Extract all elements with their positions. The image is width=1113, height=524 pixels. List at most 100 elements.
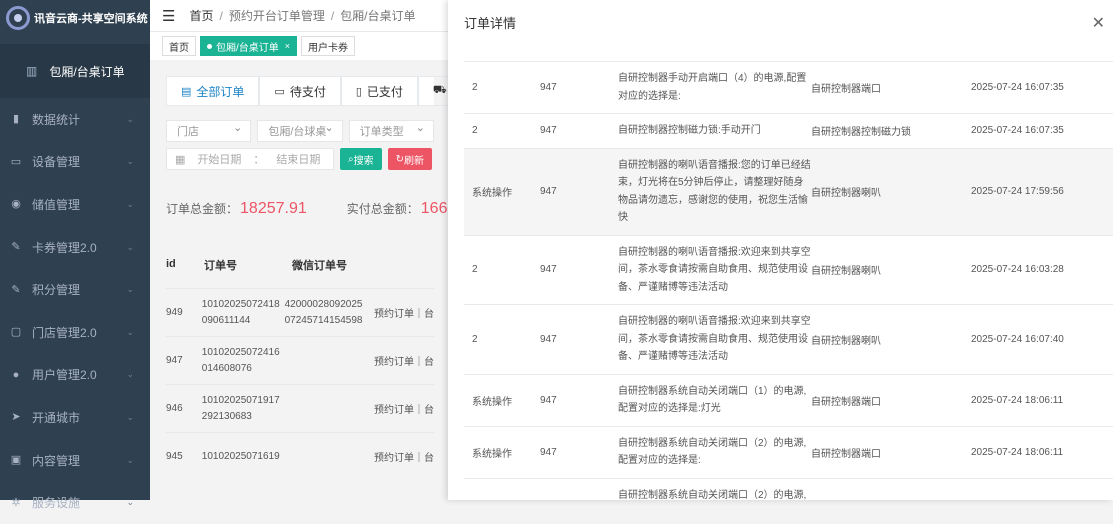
order-type: 预约订单｜台 [374, 357, 434, 368]
order-tab[interactable]: ▤ 全部订单 [166, 76, 260, 106]
menu-toggle-icon[interactable]: ☰ [162, 7, 175, 25]
sidebar-item-label: 储值管理 [32, 197, 81, 212]
chevron-down-icon: ⌄ [126, 241, 134, 252]
send-icon: ➤ [11, 411, 21, 424]
sidebar-item[interactable]: ▮ 数据统计 ⌄ [0, 98, 150, 141]
order-id: 945 [166, 451, 183, 462]
end-date-placeholder: 结束日期 [276, 154, 321, 166]
order-no: 10102025072418 090611144 [201, 298, 280, 326]
log-row: 系统操作947自研控制器系统自动关闭端口（2）的电源,配置对应的选择是:麻将机自… [464, 477, 1113, 501]
image-icon: ▣ [10, 454, 22, 467]
log-operator: 系统操作 [464, 497, 540, 501]
chevron-down-icon: ⌄ [126, 156, 134, 167]
log-description: 自研控制器系统自动关闭端口（1）的电源,配置对应的选择是:灯光 [618, 385, 807, 415]
page-tab[interactable]: 包厢/台桌订单 × [200, 36, 298, 56]
sidebar-item[interactable]: ✎ 卡券管理2.0 ⌄ [0, 226, 150, 269]
app-logo[interactable]: 讯音云商-共享空间系统 [0, 0, 150, 36]
sidebar-item[interactable]: ▣ 内容管理 ⌄ [0, 439, 150, 482]
order-type: 预约订单｜台 [374, 453, 434, 464]
room-select[interactable]: 包厢/台球桌 [257, 120, 343, 142]
sidebar-item[interactable]: ✎ 积分管理 ⌄ [0, 268, 150, 311]
app-title: 讯音云商-共享空间系统 [34, 13, 148, 25]
log-order-id: 947 [540, 125, 557, 137]
log-row: 系统操作 947 自研控制器的喇叭语音播报:您的订单已经结束，灯光将在5分钟后停止，… [464, 147, 1113, 235]
chevron-down-icon: ⌄ [126, 369, 134, 380]
order-status-tabs: ▤ 全部订单 ▭ 待支付 ▯ 已支付 ⛟服 [166, 76, 450, 106]
sidebar-item[interactable]: ● 用户管理2.0 ⌄ [0, 354, 150, 397]
page-tabs: 首页 包厢/台桌订单 × 用户卡券 [150, 32, 450, 60]
order-no: 10102025072416 014608076 [201, 346, 280, 374]
table-row[interactable]: 945 10102025071619 预约订单｜台 [166, 432, 434, 480]
device-icon: ▭ [10, 155, 22, 168]
order-type: 预约订单｜台 [374, 309, 434, 320]
order-detail-modal: 订单详情 ✕ 2 947 自研控制器手动开启端口（4）的电源,配置对应的选择是: 自研… [448, 0, 1113, 500]
store-select[interactable]: 门店 [166, 120, 252, 142]
order-type-select[interactable]: 订单类型 [348, 120, 434, 142]
order-tab[interactable]: ▭ 待支付 [259, 76, 341, 106]
sidebar-item-label: 服务设施 [32, 496, 81, 511]
sidebar-item[interactable]: ➤ 开通城市 ⌄ [0, 396, 150, 439]
log-description: 自研控制器控制磁力锁:手动开门 [618, 125, 761, 136]
table-row[interactable]: 949 10102025072418 090611144 4200002809202… [166, 288, 434, 336]
order-tab[interactable]: ▯ 已支付 [340, 76, 418, 106]
log-order-id: 947 [540, 82, 557, 93]
log-device: 自研控制器端口 [811, 84, 881, 95]
log-time: 2025-07-24 18:06:11 [971, 394, 1064, 406]
log-device: 自研控制器端口 [811, 448, 881, 460]
sidebar-item-label: 数据统计 [32, 112, 81, 127]
gear-icon: ✲ [11, 496, 21, 509]
col-id: id [166, 258, 176, 270]
page-tab[interactable]: 首页 [162, 36, 196, 56]
table-row[interactable]: 947 10102025072416 014608076 预约订单｜台 [166, 336, 434, 384]
totals: 订单总金额：18257.91 实付总金额：16613. [166, 200, 450, 218]
sidebar-item-label: 门店管理2.0 [32, 325, 97, 340]
log-time: 2025-07-24 16:07:40 [971, 333, 1064, 345]
sidebar-subitem-active[interactable]: ▥ 包厢/台桌订单 [0, 44, 150, 98]
breadcrumb-home[interactable]: 首页 [189, 9, 213, 23]
refresh-icon: ↻ [395, 153, 404, 165]
sidebar-item-label: 用户管理2.0 [32, 368, 97, 383]
log-order-id: 947 [540, 264, 557, 276]
log-description: 自研控制器系统自动关闭端口（2）的电源,配置对应的选择是:麻将机 [618, 489, 807, 501]
refresh-button[interactable]: ↻ 刷新 [387, 148, 432, 170]
search-button[interactable]: ⌕ 搜索 [340, 148, 382, 170]
search-button-label: 搜索 [353, 155, 374, 167]
order-tab[interactable]: ⛟服 [417, 76, 450, 106]
log-time: 2025-07-24 16:07:35 [971, 82, 1064, 93]
log-operator: 2 [472, 333, 478, 345]
sidebar-item-label: 设备管理 [32, 155, 81, 170]
log-device: 自研控制器端口 [811, 396, 881, 408]
users-icon: ● [12, 368, 20, 381]
tab-close-icon[interactable]: × [285, 41, 290, 51]
order-tab-label: 待支付 [289, 84, 326, 99]
list-icon: ▤ [181, 85, 192, 98]
col-order-no: 订单号 [204, 260, 237, 272]
eye-icon: ◉ [11, 198, 21, 211]
sidebar-item[interactable]: ▭ 设备管理 ⌄ [0, 141, 150, 184]
log-row: 2 947 自研控制器手动开启端口（4）的电源,配置对应的选择是: 自研控制器端口 20… [464, 61, 1113, 113]
chevron-down-icon: ⌄ [126, 454, 134, 465]
breadcrumb-l1[interactable]: 预约开台订单管理 [229, 9, 325, 23]
log-operator: 2 [472, 82, 478, 93]
sidebar-item[interactable]: ✲ 服务设施 ⌄ [0, 481, 150, 524]
main-content: ☰ 首页 / 预约开台订单管理 / 包厢/台桌订单 首页 包厢/台桌订单 × 用户卡券 ▤ 全部… [150, 0, 450, 500]
close-icon[interactable]: ✕ [1092, 13, 1105, 33]
log-time: 2025-07-24 16:03:28 [971, 264, 1064, 276]
log-order-id: 947 [540, 186, 557, 197]
chevron-down-icon: ⌄ [126, 198, 134, 209]
log-operator: 系统操作 [472, 448, 512, 460]
log-device: 自研控制器控制磁力锁 [811, 127, 911, 139]
order-tab-label: 全部订单 [196, 84, 245, 99]
log-time: 2025-07-24 17:59:56 [971, 186, 1064, 197]
sidebar: 讯音云商-共享空间系统 ▥ 包厢/台桌订单 ▮ 数据统计 ⌄ ▭ 设备管理 ⌄ ◉ 储值管理 ⌄… [0, 0, 150, 510]
sidebar-item[interactable]: ▢ 门店管理2.0 ⌄ [0, 311, 150, 354]
wx-order-no: 42000028092025 07245714154598 [284, 298, 363, 326]
log-row: 2 947 自研控制器的喇叭语音播报:欢迎来到共享空间，茶水零食请按需自助食用、规范… [464, 304, 1113, 374]
page-tab[interactable]: 用户卡券 [301, 36, 356, 56]
sidebar-item[interactable]: ◉ 储值管理 ⌄ [0, 183, 150, 226]
order-id: 946 [166, 403, 183, 414]
table-row[interactable]: 946 10102025071917 292130683 预约订单｜台 [166, 384, 434, 432]
order-id: 947 [166, 355, 183, 366]
date-range-input[interactable]: ▦ 开始日期 ： 结束日期 [166, 148, 334, 170]
total-amount-label: 订单总金额： [166, 202, 239, 216]
